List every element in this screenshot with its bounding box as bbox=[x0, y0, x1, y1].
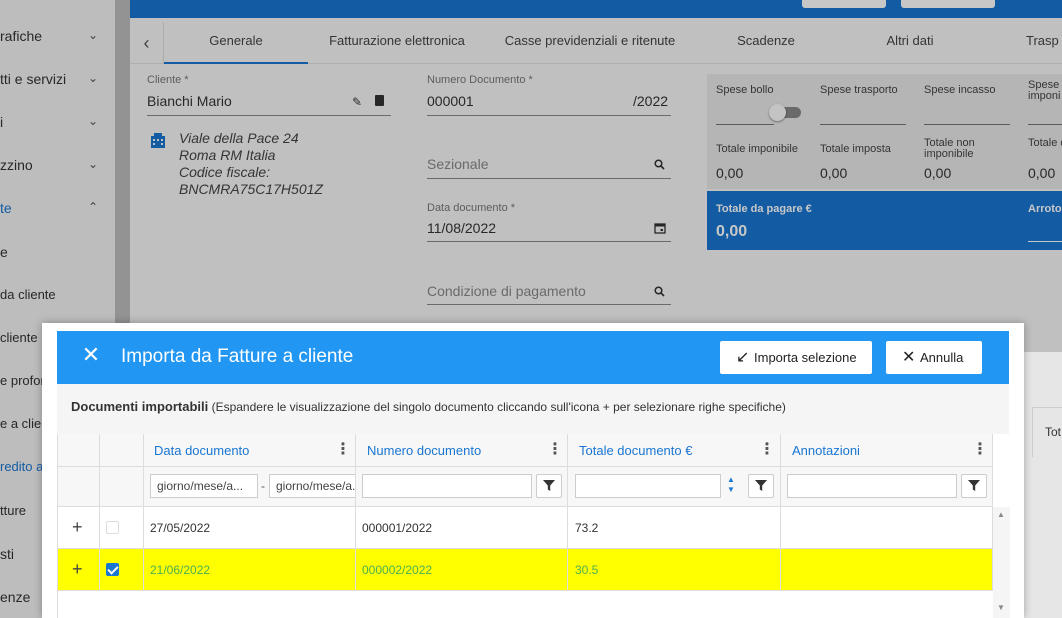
table-row[interactable]: + 27/05/2022 000001/2022 73.2 bbox=[58, 507, 993, 549]
dialog-header: ✕ Importa da Fatture a cliente ↙ Importa… bbox=[57, 331, 1009, 384]
filter-button[interactable] bbox=[748, 474, 774, 498]
cell-numero: 000002/2022 bbox=[362, 563, 433, 577]
arrow-down-left-icon: ↙ bbox=[736, 349, 750, 366]
expand-plus-icon[interactable]: + bbox=[72, 549, 83, 589]
column-divider bbox=[99, 434, 100, 591]
cell-totale: 30.5 bbox=[575, 563, 599, 577]
cell-data: 27/05/2022 bbox=[150, 521, 211, 535]
column-divider bbox=[780, 434, 781, 591]
row-checkbox[interactable] bbox=[106, 521, 119, 534]
grid-scrollbar[interactable]: ▲ ▼ bbox=[993, 507, 1010, 618]
close-icon[interactable]: ✕ bbox=[79, 343, 103, 367]
column-divider bbox=[355, 434, 356, 591]
column-menu-icon[interactable]: ⋮ bbox=[335, 434, 351, 467]
filter-date-to[interactable]: giorno/mese/a... bbox=[269, 474, 356, 498]
filter-numero-input[interactable] bbox=[362, 474, 532, 498]
scroll-down-icon[interactable]: ▼ bbox=[997, 603, 1005, 612]
filter-icon bbox=[755, 480, 767, 491]
grid-header-row: Data documento ⋮ Numero documento ⋮ Tota… bbox=[58, 434, 993, 467]
column-menu-icon[interactable]: ⋮ bbox=[547, 434, 563, 467]
filter-date-separator: - bbox=[261, 479, 265, 493]
importa-selezione-label: Importa selezione bbox=[754, 350, 857, 365]
importa-selezione-button[interactable]: ↙ Importa selezione bbox=[720, 341, 872, 374]
annulla-label: Annulla bbox=[920, 350, 964, 365]
filter-button[interactable] bbox=[961, 474, 987, 498]
import-dialog: ✕ Importa da Fatture a cliente ↙ Importa… bbox=[42, 323, 1024, 618]
cell-data: 21/06/2022 bbox=[150, 563, 211, 577]
cell-totale: 73.2 bbox=[575, 521, 599, 535]
background-grid: Tot bbox=[1024, 352, 1062, 618]
filter-date-from[interactable]: giorno/mese/a... bbox=[150, 474, 258, 498]
column-header-numero[interactable]: Numero documento bbox=[367, 434, 481, 467]
column-divider bbox=[567, 434, 568, 591]
column-menu-icon[interactable]: ⋮ bbox=[759, 434, 775, 467]
expand-plus-icon[interactable]: + bbox=[72, 507, 83, 547]
column-header-totale[interactable]: Totale documento € bbox=[579, 434, 692, 467]
documents-grid: Data documento ⋮ Numero documento ⋮ Tota… bbox=[57, 434, 1010, 618]
close-icon: ✕ bbox=[902, 349, 916, 366]
filter-annotazioni-input[interactable] bbox=[787, 474, 957, 498]
subtitle-text: (Espandere le visualizzazione del singol… bbox=[211, 400, 786, 414]
filter-icon bbox=[968, 480, 980, 491]
dialog-subtitle: Documenti importabili (Espandere le visu… bbox=[57, 384, 1009, 434]
background-tot-label: Tot bbox=[1045, 425, 1062, 439]
scroll-up-icon[interactable]: ▲ bbox=[997, 510, 1005, 519]
column-header-annotazioni[interactable]: Annotazioni bbox=[792, 434, 860, 467]
filter-icon bbox=[543, 480, 555, 491]
subtitle-bold: Documenti importabili bbox=[71, 399, 209, 414]
annulla-button[interactable]: ✕ Annulla bbox=[886, 341, 982, 374]
filter-totale-input[interactable] bbox=[575, 474, 721, 498]
column-divider bbox=[143, 434, 144, 591]
cell-numero: 000001/2022 bbox=[362, 521, 433, 535]
filter-button[interactable] bbox=[536, 474, 562, 498]
column-header-data[interactable]: Data documento bbox=[154, 434, 249, 467]
row-checkbox-checked[interactable] bbox=[106, 563, 119, 576]
sort-arrows-icon[interactable]: ▲ ▼ bbox=[726, 475, 736, 497]
table-row-selected[interactable]: + 21/06/2022 000002/2022 30.5 bbox=[58, 549, 993, 591]
grid-filter-row: giorno/mese/a... - giorno/mese/a... ▲ ▼ bbox=[58, 467, 993, 507]
dialog-title: Importa da Fatture a cliente bbox=[121, 346, 354, 367]
column-menu-icon[interactable]: ⋮ bbox=[972, 434, 988, 467]
background-header-cell: Tot bbox=[1032, 407, 1062, 457]
